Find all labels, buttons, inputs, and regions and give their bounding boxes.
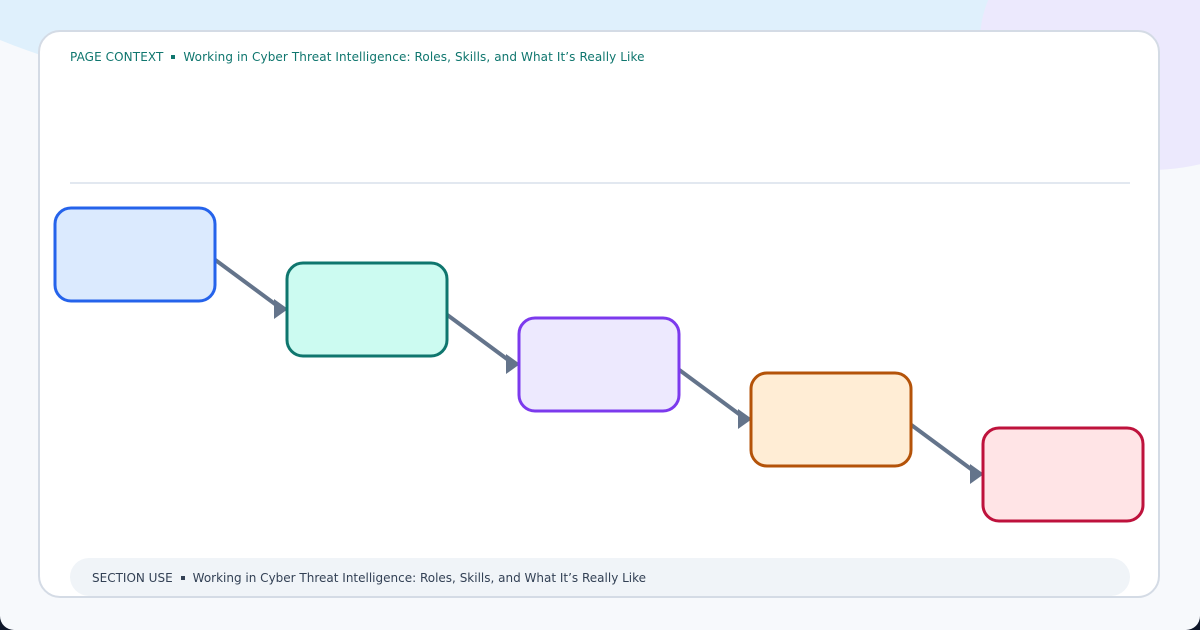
flow-node-3 <box>517 316 681 413</box>
section-use-title: Working in Cyber Threat Intelligence: Ro… <box>192 571 647 585</box>
flow-connector-3 <box>672 364 745 419</box>
section-use-footer: SECTION USE Working in Cyber Threat Intel… <box>70 558 1130 596</box>
separator-dot-icon <box>180 575 185 580</box>
flow-connector-2 <box>440 309 513 364</box>
flow-diagram <box>53 206 1145 523</box>
section-use-label: SECTION USE <box>92 571 173 585</box>
flow-node-4 <box>749 371 913 468</box>
flow-connector-4 <box>904 419 977 474</box>
page-background: PAGE CONTEXT Working in Cyber Threat Inte… <box>0 0 1200 630</box>
flow-node-5 <box>981 426 1145 523</box>
flow-node-1 <box>53 206 217 303</box>
flow-connector-1 <box>208 254 281 309</box>
flow-node-2 <box>285 261 449 358</box>
